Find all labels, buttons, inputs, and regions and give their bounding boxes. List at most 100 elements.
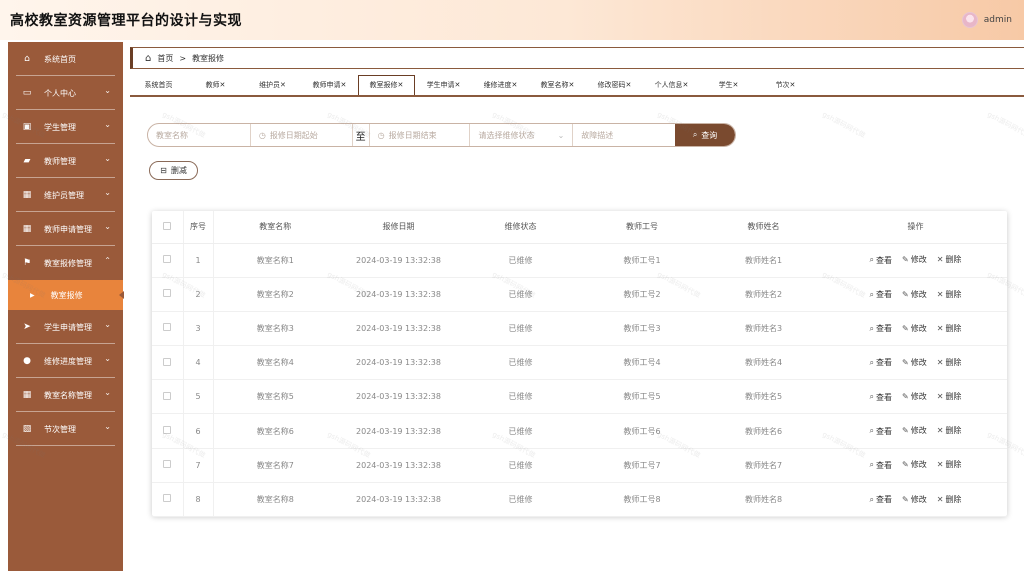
room-name-input[interactable]: 教室名称 <box>148 124 251 146</box>
table-row: 2 教室名称2 2024-03-19 13:32:38 已维修 教师工号2 教师姓名2 ⌕ 查… <box>152 277 1007 312</box>
sidebar-item-students[interactable]: ▣ 学生管理 ⌄ <box>8 110 123 144</box>
tab-teachers[interactable]: 教师✕ <box>187 77 244 95</box>
chevron-down-icon: ⌄ <box>104 354 111 363</box>
cell-status: 已维修 <box>460 277 581 312</box>
breadcrumb-home[interactable]: 首页 <box>157 53 173 64</box>
date-end-placeholder: 报修日期结束 <box>388 130 437 140</box>
row-select-cell[interactable] <box>152 482 184 518</box>
edit-button[interactable]: ✎ 修改 <box>902 289 927 300</box>
cell-actions: ⌕ 查看 ✎ 修改 ✕ 删除 <box>824 311 1007 347</box>
view-button[interactable]: ⌕ 查看 <box>870 392 892 403</box>
username[interactable]: admin <box>984 15 1012 25</box>
row-checkbox[interactable] <box>163 426 172 435</box>
tab-change-password[interactable]: 修改密码✕ <box>586 77 643 95</box>
edit-label: 修改 <box>910 323 927 333</box>
sidebar-item-repair-management[interactable]: ⚑ 教室报修管理 ⌃ <box>8 246 123 280</box>
edit-button[interactable]: ✎ 修改 <box>902 425 927 436</box>
tab-repair-progress[interactable]: 维修进度✕ <box>472 77 529 95</box>
user-menu[interactable]: admin <box>961 12 1012 28</box>
select-all-cell[interactable] <box>152 211 184 244</box>
row-checkbox[interactable] <box>163 289 172 298</box>
row-select-cell[interactable] <box>152 345 184 381</box>
batch-delete-button[interactable]: ⊟ 删减 <box>149 161 198 180</box>
edit-button[interactable]: ✎ 修改 <box>902 459 927 470</box>
view-button[interactable]: ⌕ 查看 <box>870 323 892 334</box>
edit-label: 修改 <box>910 255 927 265</box>
row-checkbox[interactable] <box>163 460 172 469</box>
delete-button[interactable]: ✕ 删除 <box>937 425 962 436</box>
sidebar-item-profile[interactable]: ▭ 个人中心 ⌄ <box>8 76 123 110</box>
view-button[interactable]: ⌕ 查看 <box>870 460 892 471</box>
chart-icon: ▧ <box>22 424 32 434</box>
edit-button[interactable]: ✎ 修改 <box>902 391 927 402</box>
fault-description-input[interactable]: 故障描述 <box>573 124 675 146</box>
view-button[interactable]: ⌕ 查看 <box>870 289 892 300</box>
row-select-cell[interactable] <box>152 311 184 347</box>
date-start-input[interactable]: ◷ 报修日期起始 <box>251 124 353 146</box>
pencil-icon: ✎ <box>902 289 909 299</box>
row-select-cell[interactable] <box>152 448 184 483</box>
delete-button[interactable]: ✕ 删除 <box>937 459 962 470</box>
sidebar-subitem-repair[interactable]: ▶ 教室报修 <box>8 280 124 310</box>
tab-room-names[interactable]: 教室名称✕ <box>529 77 586 95</box>
select-all-checkbox[interactable] <box>163 221 172 230</box>
row-checkbox[interactable] <box>163 323 172 332</box>
delete-button[interactable]: ✕ 删除 <box>937 289 962 300</box>
cell-status: 已维修 <box>460 311 581 347</box>
view-label: 查看 <box>876 392 893 402</box>
view-button[interactable]: ⌕ 查看 <box>870 494 892 505</box>
grid-icon: ▦ <box>22 390 32 400</box>
delete-button[interactable]: ✕ 删除 <box>937 494 962 505</box>
status-select[interactable]: 请选择维修状态 ⌄ <box>470 124 574 146</box>
sidebar-item-room-names[interactable]: ▦ 教室名称管理 ⌄ <box>8 378 123 412</box>
row-select-cell[interactable] <box>152 277 184 312</box>
col-header-teacher-id: 教师工号 <box>581 211 703 244</box>
date-end-input[interactable]: ◷ 报修日期结束 <box>368 124 471 146</box>
sidebar-item-student-applications[interactable]: ➤ 学生申请管理 ⌄ <box>8 310 123 344</box>
sidebar-item-label: 教室报修管理 <box>44 258 92 268</box>
row-select-cell[interactable] <box>152 413 184 449</box>
tab-periods[interactable]: 节次✕ <box>757 77 814 95</box>
view-button[interactable]: ⌕ 查看 <box>870 357 892 368</box>
cell-date: 2024-03-19 13:32:38 <box>337 345 460 381</box>
sidebar-item-periods[interactable]: ▧ 节次管理 ⌄ <box>8 412 123 446</box>
sidebar-item-label: 学生管理 <box>44 122 76 132</box>
row-checkbox[interactable] <box>163 255 172 264</box>
search-bar: 教室名称 ◷ 报修日期起始 至 ◷ 报修日期结束 请选择维修状态 ⌄ 故障描述 … <box>147 123 736 147</box>
tab-personal-info[interactable]: 个人信息✕ <box>643 77 700 95</box>
home-icon[interactable]: ⌂ <box>145 53 151 64</box>
delete-button[interactable]: ✕ 删除 <box>937 357 962 368</box>
row-select-cell[interactable] <box>152 243 184 278</box>
edit-button[interactable]: ✎ 修改 <box>902 254 927 265</box>
cell-actions: ⌕ 查看 ✎ 修改 ✕ 删除 <box>824 482 1007 518</box>
view-button[interactable]: ⌕ 查看 <box>870 426 892 437</box>
view-button[interactable]: ⌕ 查看 <box>870 255 892 266</box>
avatar[interactable] <box>961 12 978 28</box>
delete-button[interactable]: ✕ 删除 <box>937 391 962 402</box>
row-checkbox[interactable] <box>163 357 172 366</box>
tab-home[interactable]: 系统首页 <box>130 77 187 95</box>
sidebar-item-repair-progress[interactable]: ● 维修进度管理 ⌄ <box>8 344 123 378</box>
clipboard-icon: ▣ <box>22 122 32 132</box>
query-button[interactable]: ⌕ 查询 <box>675 124 735 146</box>
sidebar-item-teachers[interactable]: ▰ 教师管理 ⌄ <box>8 144 123 178</box>
chevron-down-icon: ⌄ <box>104 188 111 197</box>
sidebar-item-maintainers[interactable]: ▦ 维护员管理 ⌄ <box>8 178 123 212</box>
tab-maintainers[interactable]: 维护员✕ <box>244 77 301 95</box>
tab-teacher-applications[interactable]: 教师申请✕ <box>301 77 358 95</box>
delete-button[interactable]: ✕ 删除 <box>937 323 962 334</box>
tab-students[interactable]: 学生✕ <box>700 77 757 95</box>
tab-student-applications[interactable]: 学生申请✕ <box>415 77 472 95</box>
tab-room-repair[interactable]: 教室报修✕ <box>358 75 415 95</box>
edit-button[interactable]: ✎ 修改 <box>902 323 927 334</box>
edit-button[interactable]: ✎ 修改 <box>902 357 927 368</box>
row-checkbox[interactable] <box>163 391 172 400</box>
cell-date: 2024-03-19 13:32:38 <box>337 379 460 415</box>
sidebar-item-home[interactable]: ⌂ 系统首页 <box>8 42 123 76</box>
sidebar-item-teacher-applications[interactable]: ▦ 教师申请管理 ⌄ <box>8 212 123 246</box>
delete-button[interactable]: ✕ 删除 <box>937 254 962 265</box>
edit-button[interactable]: ✎ 修改 <box>902 494 927 505</box>
row-select-cell[interactable] <box>152 379 184 415</box>
row-checkbox[interactable] <box>163 494 172 503</box>
sidebar-subitem-label: 教室报修 <box>50 290 83 300</box>
